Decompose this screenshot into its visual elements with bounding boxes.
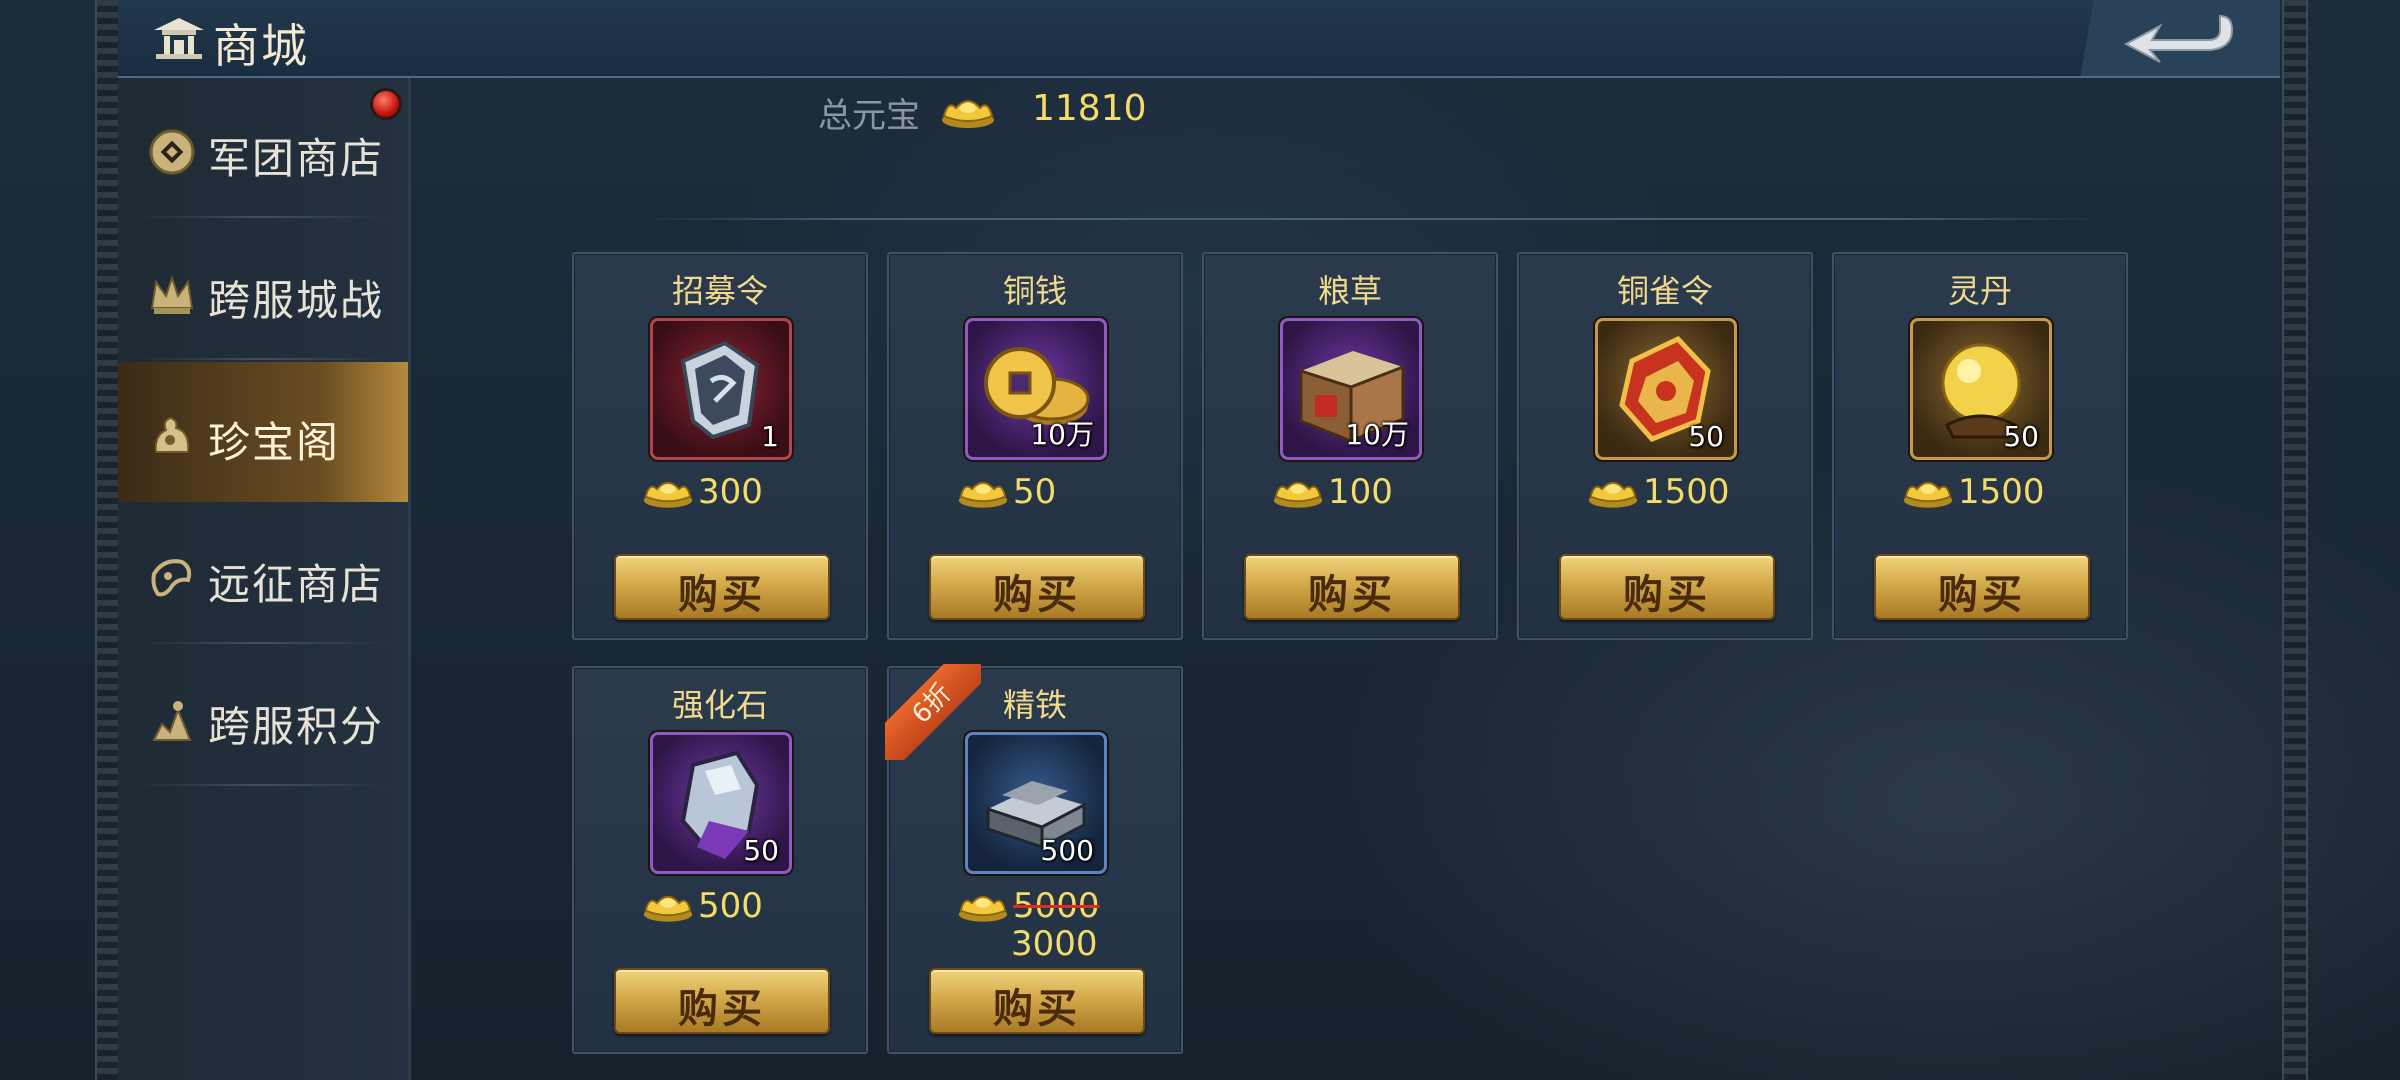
sidebar-item-label: 远征商店 (208, 560, 385, 609)
divider (138, 216, 388, 218)
original-price: 5000 (1013, 886, 1100, 926)
coin-icon (148, 128, 196, 180)
item-quantity: 50 (743, 834, 779, 867)
product-name: 灵丹 (1947, 272, 2012, 310)
product-price: 300 (698, 472, 763, 512)
copper-coins-icon: 10万 (965, 318, 1107, 460)
product-name: 招募令 (671, 272, 768, 310)
divider (138, 358, 388, 360)
buy-button-label: 购买 (1938, 572, 2026, 618)
sidebar-item-label: 跨服城战 (208, 276, 385, 325)
item-quantity: 50 (1688, 420, 1724, 453)
enhance-stone-icon: 50 (650, 732, 792, 874)
sidebar-item-label: 军团商店 (208, 134, 385, 183)
item-quantity: 10万 (1030, 418, 1094, 451)
right-border-decoration (2282, 0, 2308, 1080)
gold-ingot-icon (957, 886, 1009, 928)
product-card-refined-iron: 6折 精铁 500 5000 3000 购买 (885, 664, 1183, 1054)
trophy-icon (148, 696, 196, 748)
buy-button-label: 购买 (993, 572, 1081, 618)
gold-ingot-icon (1272, 472, 1324, 514)
sidebar-item-treasure-pavilion[interactable]: 珍宝阁 (118, 362, 408, 502)
product-card-grain: 粮草 10万 100 购买 (1202, 252, 1498, 640)
gold-ingot-icon (642, 472, 694, 514)
gold-ingot-icon (940, 90, 996, 134)
product-price: 100 (1328, 472, 1393, 512)
total-ingot-label: 总元宝 (818, 96, 920, 136)
buy-button[interactable]: 购买 (1874, 554, 2090, 620)
item-quantity: 1 (761, 420, 779, 453)
total-ingot-value: 11810 (1032, 88, 1147, 129)
sidebar-item-cross-server-points[interactable]: 跨服积分 (118, 646, 408, 786)
buy-button[interactable]: 购买 (1559, 554, 1775, 620)
back-button[interactable] (2120, 8, 2240, 72)
horn-icon (148, 554, 196, 606)
product-name: 粮草 (1317, 272, 1382, 310)
product-card-enhance-stone: 强化石 50 500 购买 (572, 666, 868, 1054)
product-price: 50 (1013, 472, 1057, 512)
buy-button[interactable]: 购买 (614, 554, 830, 620)
sidebar-item-label: 跨服积分 (208, 702, 385, 751)
buy-button-label: 购买 (993, 986, 1081, 1032)
gold-ingot-icon (642, 886, 694, 928)
gold-ingot-icon (1587, 472, 1639, 514)
product-card-elixir: 灵丹 50 1500 购买 (1832, 252, 2128, 640)
buy-button[interactable]: 购买 (929, 968, 1145, 1034)
page-title: 商城 (213, 19, 309, 73)
item-quantity: 50 (2003, 420, 2039, 453)
sidebar-item-legion-shop[interactable]: 军团商店 (118, 78, 408, 218)
gold-ingot-icon (1902, 472, 1954, 514)
buy-button-label: 购买 (678, 572, 766, 618)
notification-dot (370, 88, 402, 120)
product-card-recruit-token: 招募令 1 300 购买 (572, 252, 868, 640)
sidebar-item-label: 珍宝阁 (208, 418, 341, 467)
product-name: 精铁 (1002, 686, 1067, 724)
header-bar (118, 0, 2280, 78)
shop-pavilion-icon (150, 14, 208, 66)
divider (138, 642, 388, 644)
divider (138, 784, 388, 786)
product-name: 强化石 (671, 686, 768, 724)
crown-icon (148, 270, 196, 322)
refined-iron-icon: 500 (965, 732, 1107, 874)
product-name: 铜钱 (1002, 272, 1067, 310)
treasure-icon (148, 412, 196, 464)
buy-button[interactable]: 购买 (1244, 554, 1460, 620)
gold-ingot-icon (957, 472, 1009, 514)
sidebar: 军团商店 跨服城战 珍宝阁 远征商店 跨服积分 (118, 78, 411, 1080)
buy-button[interactable]: 购买 (929, 554, 1145, 620)
sidebar-item-expedition-shop[interactable]: 远征商店 (118, 504, 408, 644)
product-card-copper-coins: 铜钱 10万 50 购买 (887, 252, 1183, 640)
product-card-bronze-sparrow-token: 铜雀令 50 1500 购买 (1517, 252, 1813, 640)
product-name: 铜雀令 (1616, 272, 1713, 310)
recruit-token-icon: 1 (650, 318, 792, 460)
sidebar-item-cross-server-war[interactable]: 跨服城战 (118, 220, 408, 360)
buy-button[interactable]: 购买 (614, 968, 830, 1034)
discounted-price: 3000 (1011, 924, 1098, 964)
buy-button-label: 购买 (1623, 572, 1711, 618)
product-price: 500 (698, 886, 763, 926)
grain-crate-icon: 10万 (1280, 318, 1422, 460)
product-price: 1500 (1958, 472, 2045, 512)
product-price: 1500 (1643, 472, 1730, 512)
item-quantity: 10万 (1345, 418, 1409, 451)
elixir-orb-icon: 50 (1910, 318, 2052, 460)
divider (640, 218, 2100, 220)
item-quantity: 500 (1040, 834, 1094, 867)
buy-button-label: 购买 (678, 986, 766, 1032)
bronze-sparrow-token-icon: 50 (1595, 318, 1737, 460)
buy-button-label: 购买 (1308, 572, 1396, 618)
